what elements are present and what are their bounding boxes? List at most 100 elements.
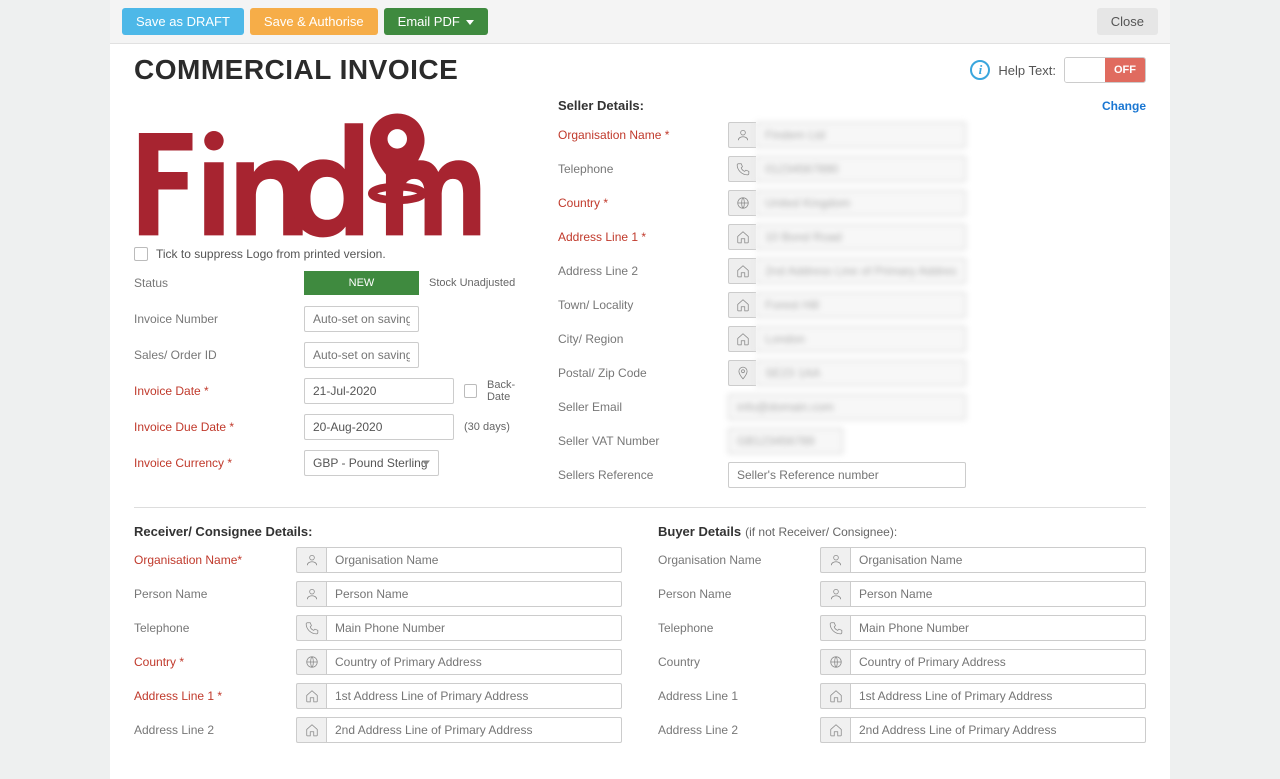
receiver-addr2-input[interactable] [326,717,622,743]
buyer-org-input[interactable] [850,547,1146,573]
receiver-addr1-input[interactable] [326,683,622,709]
receiver-addr2-label: Address Line 2 [134,723,296,737]
seller-country-input [756,190,966,216]
backdate-checkbox[interactable] [464,384,477,398]
buyer-addr2-label: Address Line 2 [658,723,820,737]
buyer-header: Buyer Details [658,524,741,539]
buyer-addr1-label: Address Line 1 [658,689,820,703]
home-icon [820,683,850,709]
seller-ref-input[interactable] [728,462,966,488]
receiver-header: Receiver/ Consignee Details: [134,524,312,539]
seller-postal-input [756,360,966,386]
change-link[interactable]: Change [1102,99,1146,113]
buyer-header-sub: (if not Receiver/ Consignee): [745,525,897,539]
days-note: (30 days) [464,421,510,433]
suppress-logo-checkbox[interactable] [134,247,148,261]
seller-vat-label: Seller VAT Number [558,434,728,448]
help-text-label: Help Text: [998,63,1056,78]
info-icon: i [970,60,990,80]
stock-status: Stock Unadjusted [429,277,515,289]
person-icon [728,122,756,148]
globe-icon [820,649,850,675]
home-icon [728,258,756,284]
buyer-tel-input[interactable] [850,615,1146,641]
pin-icon [728,360,756,386]
buyer-tel-label: Telephone [658,621,820,635]
home-icon [296,717,326,743]
divider [134,507,1146,508]
home-icon [296,683,326,709]
seller-vat-value: GB123456789 [728,428,843,454]
invoice-due-date-input[interactable] [304,414,454,440]
receiver-addr1-label: Address Line 1 * [134,689,296,703]
phone-icon [728,156,756,182]
invoice-currency-label: Invoice Currency * [134,456,304,470]
seller-town-label: Town/ Locality [558,298,728,312]
status-label: Status [134,276,304,290]
seller-ref-label: Sellers Reference [558,468,728,482]
invoice-due-date-label: Invoice Due Date * [134,420,304,434]
buyer-person-input[interactable] [850,581,1146,607]
email-pdf-button[interactable]: Email PDF [384,8,488,35]
page-title: COMMERCIAL INVOICE [134,54,970,86]
buyer-country-input[interactable] [850,649,1146,675]
person-icon [296,581,326,607]
buyer-country-label: Country [658,655,820,669]
seller-email-label: Seller Email [558,400,728,414]
seller-addr2-label: Address Line 2 [558,264,728,278]
person-icon [820,547,850,573]
seller-addr1-input [756,224,966,250]
receiver-country-input[interactable] [326,649,622,675]
sales-order-input[interactable] [304,342,419,368]
phone-icon [296,615,326,641]
invoice-date-label: Invoice Date * [134,384,304,398]
buyer-addr1-input[interactable] [850,683,1146,709]
seller-country-label: Country * [558,196,728,210]
seller-city-input [756,326,966,352]
globe-icon [728,190,756,216]
seller-addr1-label: Address Line 1 * [558,230,728,244]
seller-tel-input [756,156,966,182]
seller-org-input [756,122,966,148]
seller-addr2-input [756,258,966,284]
globe-icon [296,649,326,675]
company-logo [134,94,524,243]
buyer-person-label: Person Name [658,587,820,601]
receiver-country-label: Country * [134,655,296,669]
sales-order-label: Sales/ Order ID [134,348,304,362]
seller-details-header: Seller Details: [558,98,644,113]
seller-town-input [756,292,966,318]
save-draft-button[interactable]: Save as DRAFT [122,8,244,35]
suppress-logo-label: Tick to suppress Logo from printed versi… [156,247,386,261]
receiver-person-input[interactable] [326,581,622,607]
home-icon [728,224,756,250]
receiver-tel-input[interactable] [326,615,622,641]
chevron-down-icon [466,20,474,25]
home-icon [728,326,756,352]
phone-icon [820,615,850,641]
invoice-date-input[interactable] [304,378,454,404]
person-icon [296,547,326,573]
buyer-org-label: Organisation Name [658,553,820,567]
status-badge: NEW [304,271,419,295]
invoice-number-label: Invoice Number [134,312,304,326]
seller-city-label: City/ Region [558,332,728,346]
seller-email-value: info@domain.com [728,394,966,420]
invoice-number-input[interactable] [304,306,419,332]
toolbar: Save as DRAFT Save & Authorise Email PDF… [110,0,1170,44]
save-authorise-button[interactable]: Save & Authorise [250,8,378,35]
receiver-org-input[interactable] [326,547,622,573]
close-button[interactable]: Close [1097,8,1158,35]
buyer-addr2-input[interactable] [850,717,1146,743]
invoice-currency-select[interactable]: GBP - Pound Sterling [304,450,439,476]
person-icon [820,581,850,607]
seller-tel-label: Telephone [558,162,728,176]
help-text-toggle[interactable]: OFF [1064,57,1146,83]
receiver-tel-label: Telephone [134,621,296,635]
seller-org-label: Organisation Name * [558,128,728,142]
seller-postal-label: Postal/ Zip Code [558,366,728,380]
receiver-org-label: Organisation Name* [134,553,296,567]
home-icon [728,292,756,318]
home-icon [820,717,850,743]
receiver-person-label: Person Name [134,587,296,601]
